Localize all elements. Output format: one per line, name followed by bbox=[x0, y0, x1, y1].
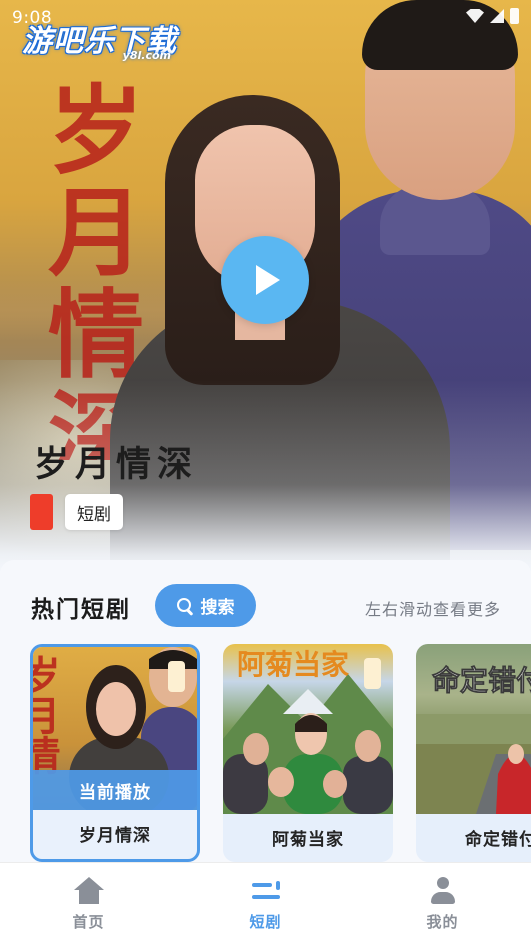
home-icon bbox=[73, 877, 104, 905]
status-icons bbox=[466, 8, 519, 24]
tab-label: 短剧 bbox=[249, 913, 282, 931]
play-icon bbox=[256, 265, 280, 295]
watermark-logo: 游吧乐下载 y8l.com bbox=[22, 16, 177, 62]
drama-card-thumbnail: 命定错付 bbox=[416, 644, 531, 814]
battery-icon bbox=[510, 8, 519, 24]
tab-label: 首页 bbox=[72, 913, 105, 931]
drama-icon bbox=[251, 877, 281, 905]
user-icon bbox=[428, 877, 458, 905]
tab-home[interactable]: 首页 bbox=[0, 863, 177, 945]
drama-card-list[interactable]: 岁月情 当前播放 岁月情深 阿菊当家 阿菊当家 命定错付 命定错付 bbox=[0, 644, 531, 864]
play-button[interactable] bbox=[221, 236, 309, 324]
swipe-hint: 左右滑动查看更多 bbox=[364, 600, 501, 619]
drama-card-poster-art: 命定错付 bbox=[416, 664, 531, 814]
hero-title: 岁月情深 bbox=[34, 444, 199, 485]
poster-title-text: 岁月情 bbox=[33, 655, 61, 775]
tag-red-badge bbox=[30, 494, 53, 530]
hot-section-title: 热门短剧 bbox=[31, 596, 131, 623]
card-badge bbox=[364, 658, 381, 689]
drama-card[interactable]: 命定错付 命定错付 bbox=[416, 644, 531, 862]
tab-mine[interactable]: 我的 bbox=[354, 863, 531, 945]
poster-title-text: 命定错付 bbox=[432, 664, 531, 697]
tab-short-drama[interactable]: 短剧 bbox=[177, 863, 354, 945]
drama-card-title: 命定错付 bbox=[465, 829, 531, 850]
app-root: 岁月情深 9:08 游吧乐下载 y8l.com 岁月情深 短剧 热门短剧 搜索 … bbox=[0, 0, 531, 945]
drama-card-title: 岁月情深 bbox=[79, 825, 151, 846]
tab-label: 我的 bbox=[426, 913, 459, 931]
drama-card[interactable]: 岁月情 当前播放 岁月情深 bbox=[30, 644, 200, 862]
logo-text-en: y8l.com bbox=[122, 49, 171, 62]
hot-header: 热门短剧 搜索 左右滑动查看更多 bbox=[31, 584, 501, 628]
poster-title-text: 阿菊当家 bbox=[237, 648, 349, 681]
drama-card-title: 阿菊当家 bbox=[272, 829, 344, 850]
now-playing-banner: 当前播放 bbox=[33, 770, 197, 810]
genre-tag: 短剧 bbox=[65, 494, 123, 530]
signal-icon bbox=[490, 9, 504, 23]
wifi-icon bbox=[466, 9, 484, 23]
drama-card[interactable]: 阿菊当家 阿菊当家 bbox=[223, 644, 393, 862]
search-button[interactable]: 搜索 bbox=[155, 584, 256, 627]
search-icon bbox=[176, 597, 193, 614]
bottom-tab-bar: 首页 短剧 我的 bbox=[0, 862, 531, 945]
card-badge bbox=[168, 661, 185, 692]
hero-tags: 短剧 bbox=[30, 494, 123, 530]
search-button-label: 搜索 bbox=[200, 598, 235, 618]
